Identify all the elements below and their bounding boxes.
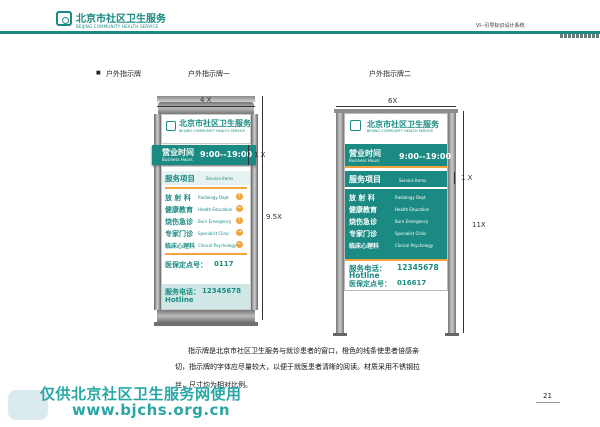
header-subtitle: BEIJING COMMUNITY HEALTH SERVICE xyxy=(76,24,159,29)
sign2-item-en: Clinical Psychology xyxy=(395,243,434,248)
sign2-foot-right xyxy=(445,333,459,336)
sign2-label: 户外指示牌二 xyxy=(369,70,411,78)
dim-line xyxy=(262,96,263,320)
page-number: 21 xyxy=(543,392,552,400)
sign2-item-cn: 临床心理科 xyxy=(349,243,380,250)
sign2-band-dim: 1 X xyxy=(461,174,473,182)
system-name: VI--引导标识设计系统 xyxy=(476,23,525,29)
sign1-item-cn: 放 射 科 xyxy=(165,194,191,202)
sign2-post-left xyxy=(336,111,344,333)
logo-icon xyxy=(56,11,72,26)
sign1-body: 服务项目 Service Items 放 射 科 Radiology Dept.… xyxy=(161,166,251,310)
header-stripes xyxy=(560,34,600,38)
sign2-item-cn: 放 射 科 xyxy=(349,194,375,202)
sign2-insurance-label: 医保定点号： xyxy=(349,280,391,288)
sign1-divider xyxy=(165,253,247,255)
sign1-post-right xyxy=(251,114,258,310)
sign1-item-en: Specialist Clinic xyxy=(198,231,230,236)
sign1-insurance-label: 医保定点号： xyxy=(165,261,207,269)
sign2-item-cn: 专家门诊 xyxy=(349,230,377,238)
sign1-org-cn: 北京市社区卫生服务 xyxy=(179,119,251,128)
sign1-item-cn: 健康教育 xyxy=(165,206,193,214)
sign1-item-en: Clinical Psychology xyxy=(198,243,237,248)
sign1-item-cn: 临床心理科 xyxy=(165,243,196,250)
page-rule xyxy=(536,402,560,403)
sign2-item-cn: 健康教育 xyxy=(349,206,377,214)
sign2-hours-value: 9:00--19:00 xyxy=(399,152,452,161)
sign1-logo-icon xyxy=(166,121,176,131)
sign1-width-dim: 4 X xyxy=(200,96,212,104)
sign1-services-cn: 服务项目 xyxy=(165,174,195,183)
sign1-item-en: Health Education xyxy=(198,207,233,212)
header-band xyxy=(0,31,600,34)
sign2-panel: 北京市社区卫生服务 BEIJING COMMUNITY HEALTH SERVI… xyxy=(344,113,452,291)
sign1-post-left xyxy=(154,114,161,310)
dim-line xyxy=(463,111,464,333)
sign2-logo-icon xyxy=(350,120,361,131)
sign1-height-dim: 9.5X xyxy=(266,213,282,221)
sign1-item-en: Burn Emergency xyxy=(198,219,232,224)
arrow-up-icon: ↑ xyxy=(236,193,243,200)
sign2-item-cn: 烧伤急诊 xyxy=(349,218,377,226)
sign2-item-en: Health Education xyxy=(395,207,430,212)
dim-line xyxy=(248,145,249,165)
arrow-right-icon: → xyxy=(236,229,243,236)
dim-line xyxy=(336,106,456,107)
section-title: 户外指示牌 xyxy=(106,70,141,78)
sign2-services-cn: 服务项目 xyxy=(349,175,381,184)
sign2-org-en: BEIJING COMMUNITY HEALTH SERVICE xyxy=(367,129,434,133)
sign2-item-en: Burn Emergency xyxy=(395,219,429,224)
sign1-hours-value: 9:00--19:00 xyxy=(200,150,253,159)
sign2-post-right xyxy=(448,111,456,333)
sign2-foot-left xyxy=(333,333,347,336)
sign1-foot xyxy=(154,322,258,326)
sign1-header-panel: 北京市社区卫生服务 BEIJING COMMUNITY HEALTH SERVI… xyxy=(161,114,251,144)
watermark-url: www.bjchs.org.cn xyxy=(72,401,231,419)
sign2-item-en: Specialist Clinic xyxy=(395,231,427,236)
sign1-item-cn: 烧伤急诊 xyxy=(165,218,193,226)
sign1-label: 户外指示牌一 xyxy=(188,70,230,78)
arrow-left-icon: ← xyxy=(236,205,243,212)
sign1-item-en: Radiology Dept. xyxy=(198,195,230,200)
sign2-divider xyxy=(345,166,447,168)
sign2-hours-en: Business Hours xyxy=(349,158,380,163)
arrow-up-icon: ↑ xyxy=(236,217,243,224)
description-line: 指示牌是北京市社区卫生服务与就诊患者的窗口，橙色的线条使患者倍感亲 xyxy=(188,347,419,355)
header-title: 北京市社区卫生服务 xyxy=(76,14,166,25)
sign2-phone: 12345678 xyxy=(397,263,439,272)
sign1-services-en: Service Items xyxy=(206,176,234,181)
sign1-hotline: Hotline xyxy=(165,296,194,304)
sign1-phone: 12345678 xyxy=(202,287,241,295)
sign1-base xyxy=(157,310,255,322)
description-line: 切，指示牌的字体应尽量较大，以便于就医患者清晰的阅读。材质采用不锈钢拉 xyxy=(175,363,420,371)
section-bullet: ■ xyxy=(96,70,101,76)
sign2-height-dim: 11X xyxy=(472,221,486,229)
dim-line xyxy=(157,106,255,107)
arrow-left-icon: ← xyxy=(236,241,243,248)
sign2-insurance-number: 016617 xyxy=(397,279,427,287)
sign1-band-dim: 1 X xyxy=(254,151,266,159)
sign1-divider xyxy=(165,187,247,189)
sign2-divider xyxy=(345,259,447,261)
dim-line xyxy=(454,172,455,184)
sign1-hours-band: 营业时间 Business Hours 9:00--19:00 xyxy=(152,145,256,165)
sign2-width-dim: 6X xyxy=(388,97,398,105)
sign1-hours-en: Business Hours xyxy=(162,157,193,162)
sign2-services-en: Service Items xyxy=(399,178,427,183)
sign1-org-en: BEIJING COMMUNITY HEALTH SERVICE xyxy=(179,129,246,133)
sign1-item-cn: 专家门诊 xyxy=(165,230,193,238)
sign2-item-en: Radiology Dept. xyxy=(395,195,427,200)
sign1-insurance-number: 0117 xyxy=(214,260,234,268)
